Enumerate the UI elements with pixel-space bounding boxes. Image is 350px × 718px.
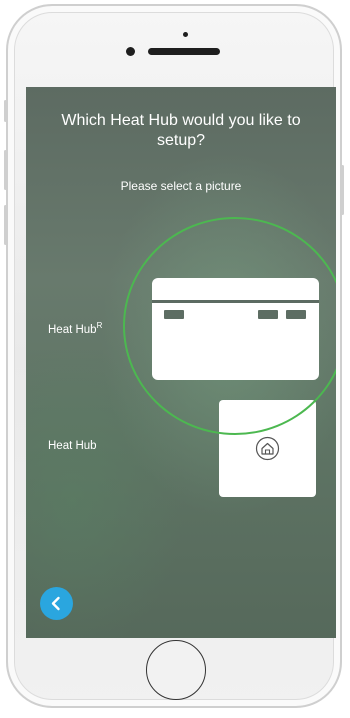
device-front-bar	[152, 300, 319, 303]
home-button[interactable]	[146, 640, 206, 700]
mute-switch	[4, 100, 7, 122]
app-screen: Which Heat Hub would you like to setup? …	[26, 87, 336, 638]
device-led	[286, 310, 306, 319]
power-button	[341, 165, 344, 215]
volume-up-button	[4, 150, 7, 190]
option-label-heat-hub-r: Heat HubR	[48, 321, 103, 336]
proximity-sensor	[183, 32, 188, 37]
home-icon	[255, 436, 280, 461]
page-subtitle: Please select a picture	[120, 179, 242, 193]
option-label-heat-hub: Heat Hub	[48, 440, 97, 452]
chevron-left-icon	[51, 596, 60, 611]
earpiece-speaker	[148, 48, 220, 55]
front-camera	[126, 47, 135, 56]
device-led	[258, 310, 278, 319]
page-title: Which Heat Hub would you like to setup?	[61, 112, 301, 149]
heat-hub-r-option[interactable]	[152, 278, 319, 380]
back-button[interactable]	[40, 587, 73, 620]
volume-down-button	[4, 205, 7, 245]
device-led	[164, 310, 184, 319]
heat-hub-option[interactable]	[219, 400, 316, 497]
